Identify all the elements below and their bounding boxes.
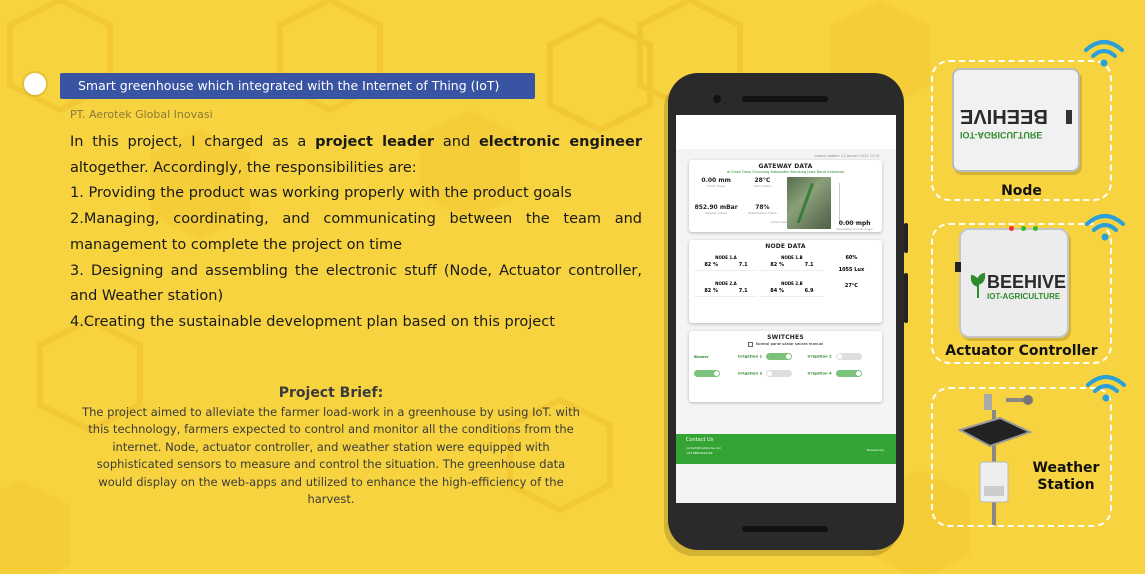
powered-by: Powered by [866, 448, 884, 452]
node-device-image: BEEHIVE IOT-AGRICULTURE [952, 68, 1080, 172]
node-wifi-icon [1084, 40, 1124, 67]
irrigation-2-switch[interactable]: Irrigation 2 [808, 352, 878, 360]
irrigation-3-switch[interactable]: Irrigation 3 [738, 369, 808, 377]
responsibility-1: 1. Providing the product was working pro… [70, 185, 572, 202]
node-temperature: 27°C [844, 283, 858, 289]
responsibility-4: 4.Creating the sustainable development p… [70, 313, 555, 330]
manual-control-checkbox[interactable]: Kontrol panel saklar secara manual [694, 341, 877, 347]
node-connector [1066, 110, 1072, 124]
irrigation-1-switch[interactable]: Irrigation 1 [738, 352, 808, 360]
gateway-data-card: GATEWAY DATA di Gisah Desa Ciluncang Kab… [689, 160, 882, 232]
title-bullet [24, 73, 46, 95]
intro-text-1: In this project, I charged as a [70, 134, 316, 150]
role-project-leader: project leader [315, 134, 435, 150]
last-update: Latest update: 21 Januari 2021 13:31 [814, 154, 880, 158]
plant-icon [970, 272, 986, 298]
responsibility-2: 2.Managing, coordinating, and communicat… [70, 211, 642, 253]
node-data-card: NODE DATA NODE 1.A 82 % 7.1 NODE 1.B 82 % 7.… [689, 240, 882, 323]
gateway-location-map [786, 177, 831, 229]
intro-text-3: altogether. Accordingly, the responsibil… [70, 159, 417, 176]
gateway-temperature: 28°C Suhu Udara [753, 177, 772, 188]
node-brand-sub: IOT-AGRICULTURE [960, 130, 1043, 140]
phone-volume-button [904, 223, 908, 253]
weather-station-image [957, 394, 1033, 525]
gateway-location: di Gisah Desa Ciluncang Kabupaten Bandun… [726, 170, 845, 174]
actuator-label: Actuator Controller [945, 343, 1098, 359]
node-brand-logo: BEEHIVE [960, 105, 1048, 127]
gateway-pressure: 852.90 mBar Tekanan Udara [694, 204, 738, 215]
intro-text-2: and [434, 134, 479, 150]
responsibility-3: 3. Designing and assembling the electron… [70, 262, 642, 305]
node-2b: NODE 2.B 84 % 6.9 [759, 281, 824, 297]
actuator-device-image: BEEHIVE IOT-AGRICULTURE [955, 226, 1069, 338]
weather-label: Weather Station [1032, 460, 1100, 493]
gateway-wind: 0.00 mph Kecepatan & Arah Angin [836, 220, 873, 231]
project-description: In this project, I charged as a project … [70, 130, 642, 336]
node-2a: NODE 2.A 82 % 7.1 [694, 281, 758, 297]
node-1a: NODE 1.A 82 % 7.1 [694, 255, 758, 271]
project-brief-title: Project Brief: [278, 385, 384, 401]
switches-title: SWITCHES [767, 334, 804, 341]
gateway-rain: 0.00 mm Curah Hujan [701, 177, 731, 188]
web-app-screen: Latest update: 21 Januari 2021 13:31 GAT… [676, 115, 896, 503]
node-title: NODE DATA [765, 243, 806, 250]
slide-title: Smart greenhouse which integrated with t… [60, 73, 535, 99]
wind-direction-chart [838, 183, 871, 223]
switches-card: SWITCHES Kontrol panel saklar secara man… [689, 331, 882, 402]
contact-title: Contact Us [686, 437, 714, 443]
node-lux: 1055 Lux [838, 267, 865, 273]
blower-switch[interactable] [694, 369, 738, 377]
role-electronic-engineer: electronic engineer [478, 134, 642, 150]
company-name: PT. Aerotek Global Inovasi [70, 108, 213, 121]
phone-mockup: Latest update: 21 Januari 2021 13:31 GAT… [668, 73, 908, 550]
node-1b: NODE 1.B 82 % 7.1 [759, 255, 824, 271]
phone-power-button [904, 273, 908, 323]
phone-chin [742, 526, 828, 532]
gateway-title: GATEWAY DATA [758, 163, 813, 170]
phone-camera [713, 95, 721, 103]
actuator-connector [955, 262, 961, 272]
node-label: Node [1001, 183, 1042, 199]
actuator-brand-logo: BEEHIVE [987, 272, 1067, 292]
actuator-wifi-icon [1085, 214, 1125, 241]
phone-speaker [742, 96, 828, 102]
contact-email[interactable]: contact@foodmama.com [686, 446, 886, 450]
contact-footer: Contact Us contact@foodmama.com +62 8882… [676, 434, 896, 464]
weather-wifi-icon [1086, 375, 1126, 402]
actuator-brand-sub: IOT-AGRICULTURE [987, 292, 1061, 301]
blower-label: Blower [694, 353, 709, 359]
irrigation-4-switch[interactable]: Irrigation 4 [808, 369, 878, 377]
project-brief-text: The project aimed to alleviate the farme… [82, 405, 580, 507]
contact-phone: +62 88824441199 [686, 451, 713, 455]
